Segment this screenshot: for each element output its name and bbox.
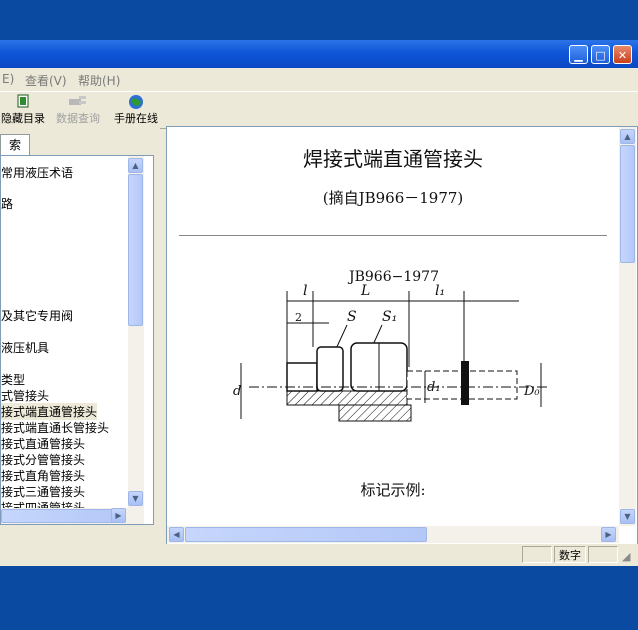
tree-item[interactable]: 接式三通管接头	[1, 483, 85, 500]
tree-item[interactable]: 式管接头	[1, 387, 49, 404]
maximize-button[interactable]: □	[591, 45, 610, 64]
dim-2: 2	[295, 311, 302, 324]
toc-horizontal-scrollbar[interactable]: ▶	[1, 508, 144, 524]
content-scroll-right-button[interactable]: ▶	[601, 527, 616, 542]
tab-search[interactable]: 索	[0, 134, 30, 155]
content-scroll-left-button[interactable]: ◀	[169, 527, 184, 542]
doc-subtitle: (摘自JB966－1977)	[322, 189, 464, 207]
scroll-right-button[interactable]: ▶	[111, 508, 126, 523]
dim-d1: d₁	[427, 380, 441, 395]
menu-edit-partial[interactable]: E)	[2, 72, 14, 86]
minimize-button[interactable]: ▁	[569, 45, 588, 64]
chevron-down-icon: ▼	[624, 512, 631, 521]
content-scroll-thumb[interactable]	[620, 145, 635, 263]
tree-item[interactable]: 接式端直通长管接头	[1, 419, 109, 436]
dim-S1: S₁	[382, 309, 397, 325]
chevron-left-icon: ◀	[173, 530, 180, 539]
divider	[179, 235, 607, 236]
data-query-button[interactable]: 数据查询	[54, 94, 102, 126]
desktop-top	[0, 0, 638, 40]
menu-bar: E) 查看(V) 帮助(H)	[0, 68, 638, 90]
toc-pane: 索 常用液压术语 路 及其它专用阀 液压机具 类型 式管接头 接式端直通管接头 …	[0, 128, 160, 542]
dim-l1: l₁	[435, 283, 445, 299]
dim-l: l	[303, 283, 307, 299]
hide-toc-icon	[0, 94, 46, 110]
maximize-icon: □	[595, 49, 606, 62]
content-hscroll-thumb[interactable]	[185, 527, 427, 542]
manual-online-label: 手册在线	[114, 112, 158, 125]
dim-D0: D₀	[523, 384, 540, 399]
tree-item[interactable]: 常用液压术语	[1, 164, 73, 181]
tree-item[interactable]: 类型	[1, 371, 25, 388]
tree-item[interactable]: 接式直通管接头	[1, 435, 85, 452]
resize-grip-icon[interactable]: ◢	[622, 550, 630, 563]
scroll-up-button[interactable]: ▲	[128, 158, 143, 173]
tree-item[interactable]: 路	[1, 195, 13, 212]
dim-L: L	[360, 283, 370, 299]
tree-item[interactable]: 及其它专用阀	[1, 307, 73, 324]
chevron-down-icon: ▼	[132, 494, 139, 503]
status-cell	[522, 546, 552, 563]
content-vertical-scrollbar[interactable]: ▲ ▼	[619, 127, 636, 526]
chevron-up-icon: ▲	[624, 132, 631, 141]
tree-item[interactable]: 液压机具	[1, 339, 49, 356]
status-cell	[588, 546, 618, 563]
chevron-up-icon: ▲	[132, 161, 139, 170]
content-horizontal-scrollbar[interactable]: ◀ ▶	[167, 526, 619, 543]
close-icon: ✕	[617, 49, 628, 62]
content-scroll-up-button[interactable]: ▲	[620, 129, 635, 144]
chevron-right-icon: ▶	[115, 511, 122, 520]
hide-toc-button[interactable]: 隐藏目录	[0, 94, 46, 126]
tree-item[interactable]: 接式分管管接头	[1, 451, 85, 468]
desktop-bottom	[0, 566, 638, 630]
data-query-icon	[54, 94, 102, 110]
toc-hscroll-thumb[interactable]	[1, 509, 121, 523]
title-bar[interactable]: ▁ □ ✕	[0, 40, 638, 68]
toolbar: 隐藏目录 数据查询 手册在线	[0, 91, 638, 129]
dim-S: S	[347, 309, 357, 325]
globe-icon	[112, 94, 160, 110]
content-scroll-down-button[interactable]: ▼	[620, 509, 635, 524]
tree-item[interactable]: 接式直角管接头	[1, 467, 85, 484]
status-num: 数字	[554, 546, 586, 563]
close-button[interactable]: ✕	[613, 45, 632, 64]
fitting-drawing: JB966−1977 l L l₁ 2 S S₁ d d₁ D₀	[233, 269, 549, 422]
menu-help[interactable]: 帮助(H)	[78, 72, 120, 89]
status-bar: 数字 ◢	[0, 544, 638, 566]
minimize-icon: ▁	[574, 49, 583, 62]
doc-title: 焊接式端直通管接头	[303, 147, 483, 171]
hide-toc-label: 隐藏目录	[1, 112, 45, 125]
toc-scroll-thumb[interactable]	[128, 174, 143, 326]
toc-vertical-scrollbar[interactable]: ▲ ▼	[128, 156, 144, 508]
chevron-right-icon: ▶	[605, 530, 612, 539]
dim-d: d	[233, 384, 241, 399]
content-pane: 焊接式端直通管接头 (摘自JB966－1977) JB966−1977 l L …	[166, 126, 638, 545]
doc-note: 标记示例:	[360, 481, 426, 499]
toc-tree: 常用液压术语 路 及其它专用阀 液压机具 类型 式管接头 接式端直通管接头 接式…	[0, 155, 154, 525]
app-window: ▁ □ ✕ E) 查看(V) 帮助(H) 隐藏目录 数据查询 手册在线 索 常用…	[0, 40, 638, 566]
menu-view[interactable]: 查看(V)	[25, 72, 67, 89]
scroll-down-button[interactable]: ▼	[128, 491, 143, 506]
manual-online-button[interactable]: 手册在线	[112, 94, 160, 126]
tab-search-label: 索	[8, 138, 21, 152]
tree-item-selected[interactable]: 接式端直通管接头	[1, 403, 98, 420]
data-query-label: 数据查询	[56, 112, 100, 125]
